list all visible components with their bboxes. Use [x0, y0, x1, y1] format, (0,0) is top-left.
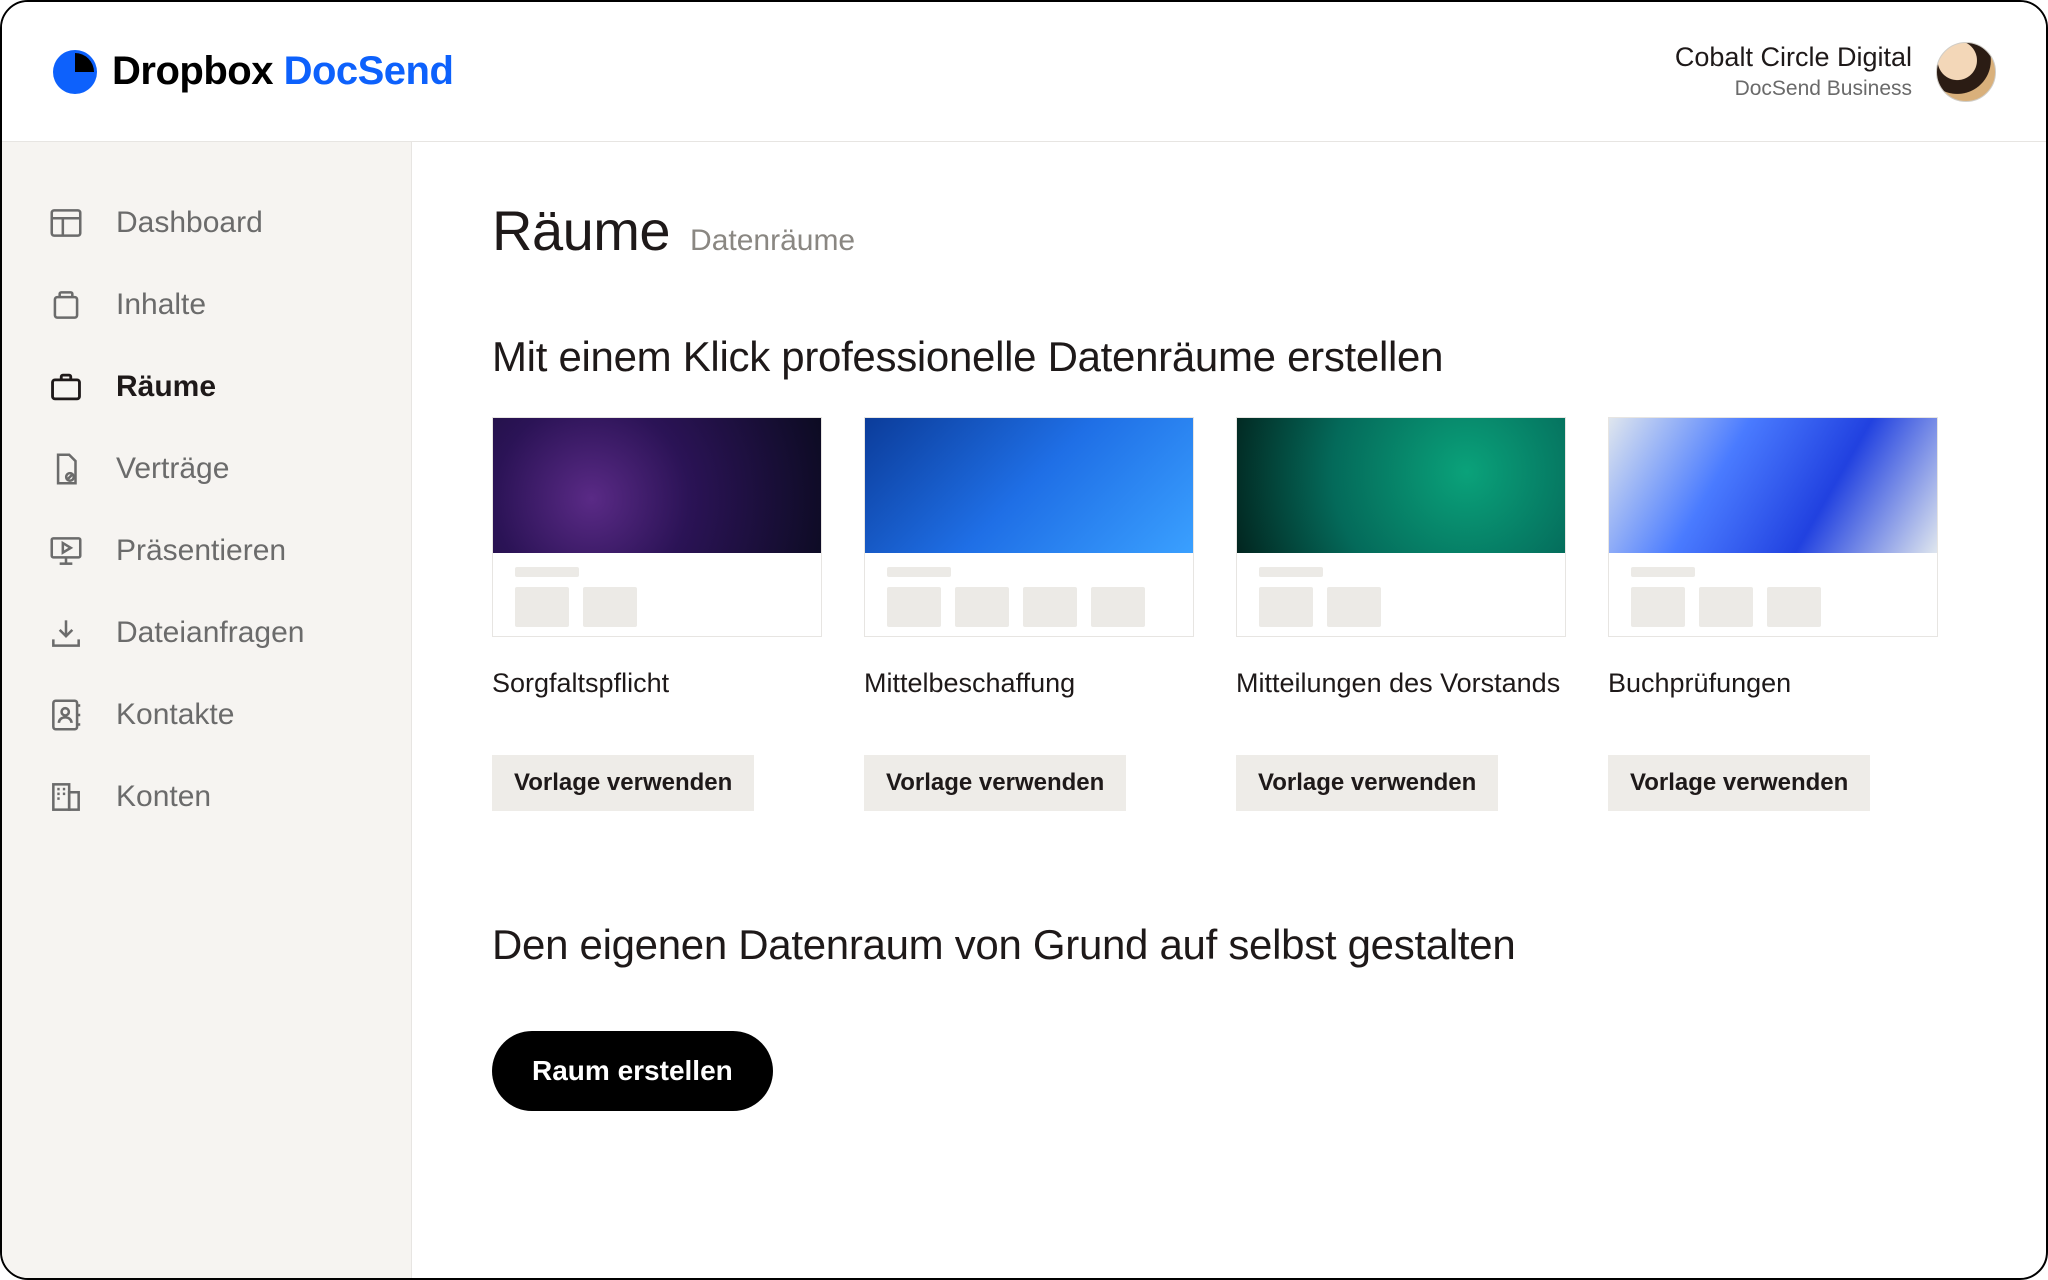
template-thumbnail[interactable] — [1236, 417, 1566, 637]
page-title-row: Räume Datenräume — [492, 198, 1966, 263]
use-template-button[interactable]: Vorlage verwenden — [492, 755, 754, 811]
sidebar-item-label: Räume — [116, 370, 216, 404]
use-template-button[interactable]: Vorlage verwenden — [1236, 755, 1498, 811]
present-icon — [46, 532, 86, 570]
template-title: Mittelbeschaffung — [864, 665, 1194, 737]
template-hero-image — [1609, 418, 1937, 553]
sidebar-item-label: Inhalte — [116, 288, 206, 322]
sidebar-item-label: Konten — [116, 780, 211, 814]
template-card-board-comms: Mitteilungen des Vorstands Vorlage verwe… — [1236, 417, 1566, 811]
main: Räume Datenräume Mit einem Klick profess… — [412, 142, 2046, 1278]
template-placeholder — [1609, 553, 1937, 636]
template-card-fundraising: Mittelbeschaffung Vorlage verwenden — [864, 417, 1194, 811]
sidebar-item-label: Kontakte — [116, 698, 234, 732]
rooms-icon — [46, 368, 86, 406]
sidebar-item-present[interactable]: Präsentieren — [36, 510, 377, 592]
template-hero-image — [1237, 418, 1565, 553]
template-title: Buchprüfungen — [1608, 665, 1938, 737]
template-card-audits: Buchprüfungen Vorlage verwenden — [1608, 417, 1938, 811]
create-heading: Den eigenen Datenraum von Grund auf selb… — [492, 921, 1966, 969]
dropbox-logo-icon — [52, 49, 98, 95]
template-thumbnail[interactable] — [492, 417, 822, 637]
use-template-button[interactable]: Vorlage verwenden — [864, 755, 1126, 811]
account-block[interactable]: Cobalt Circle Digital DocSend Business — [1675, 42, 1996, 102]
content-icon — [46, 286, 86, 324]
templates-heading: Mit einem Klick professionelle Datenräum… — [492, 333, 1966, 381]
page-subtitle: Datenräume — [690, 224, 855, 258]
sidebar-item-contracts[interactable]: Verträge — [36, 428, 377, 510]
account-name: Cobalt Circle Digital — [1675, 42, 1912, 73]
template-thumbnail[interactable] — [864, 417, 1194, 637]
avatar[interactable] — [1936, 42, 1996, 102]
page-title: Räume — [492, 198, 670, 263]
sidebar-item-label: Verträge — [116, 452, 229, 486]
sidebar-item-label: Dashboard — [116, 206, 263, 240]
template-placeholder — [865, 553, 1193, 636]
dashboard-icon — [46, 204, 86, 242]
file-request-icon — [46, 614, 86, 652]
template-hero-image — [493, 418, 821, 553]
template-placeholder — [493, 553, 821, 636]
sidebar: Dashboard Inhalte Räum — [2, 142, 412, 1278]
template-thumbnail[interactable] — [1608, 417, 1938, 637]
create-room-button[interactable]: Raum erstellen — [492, 1031, 773, 1111]
template-hero-image — [865, 418, 1193, 553]
template-placeholder — [1237, 553, 1565, 636]
sidebar-item-file-requests[interactable]: Dateianfragen — [36, 592, 377, 674]
brand-dropbox: Dropbox — [112, 49, 273, 93]
sidebar-item-contacts[interactable]: Kontakte — [36, 674, 377, 756]
accounts-icon — [46, 778, 86, 816]
brand[interactable]: Dropbox DocSend — [52, 49, 453, 95]
contacts-icon — [46, 696, 86, 734]
header: Dropbox DocSend Cobalt Circle Digital Do… — [2, 2, 2046, 142]
sidebar-item-label: Dateianfragen — [116, 616, 304, 650]
sidebar-item-content[interactable]: Inhalte — [36, 264, 377, 346]
brand-text: Dropbox DocSend — [112, 49, 453, 94]
brand-docsend: DocSend — [284, 49, 454, 93]
template-title: Mitteilungen des Vorstands — [1236, 665, 1566, 737]
account-plan: DocSend Business — [1675, 77, 1912, 101]
sidebar-item-rooms[interactable]: Räume — [36, 346, 377, 428]
template-grid: Sorgfaltspflicht Vorlage verwenden Mitte… — [492, 417, 1966, 811]
contracts-icon — [46, 450, 86, 488]
account-text: Cobalt Circle Digital DocSend Business — [1675, 42, 1912, 101]
app-frame: Dropbox DocSend Cobalt Circle Digital Do… — [0, 0, 2048, 1280]
template-title: Sorgfaltspflicht — [492, 665, 822, 737]
template-card-due-diligence: Sorgfaltspflicht Vorlage verwenden — [492, 417, 822, 811]
sidebar-item-accounts[interactable]: Konten — [36, 756, 377, 838]
sidebar-item-label: Präsentieren — [116, 534, 286, 568]
use-template-button[interactable]: Vorlage verwenden — [1608, 755, 1870, 811]
sidebar-item-dashboard[interactable]: Dashboard — [36, 182, 377, 264]
